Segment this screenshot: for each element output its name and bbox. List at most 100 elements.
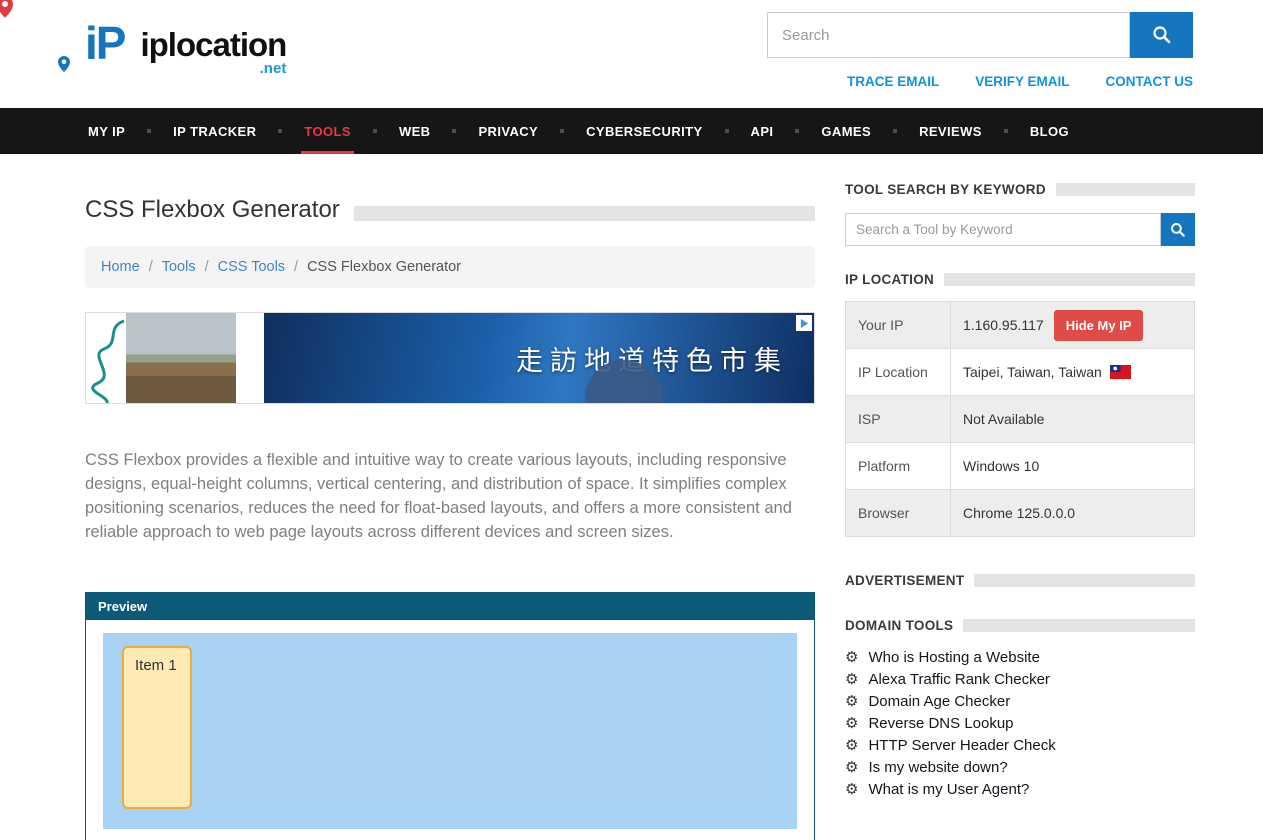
breadcrumb-separator: / [205,259,209,275]
table-row: IP Location Taipei, Taiwan, Taiwan [846,349,1195,396]
breadcrumb-tools[interactable]: Tools [162,259,196,275]
nav-item-cybersecurity[interactable]: CYBERSECURITY [583,108,705,154]
domain-tool-website-down[interactable]: ⚙ Is my website down? [845,759,1195,776]
page-title: CSS Flexbox Generator [85,196,340,224]
tool-search-button[interactable] [1161,213,1195,246]
row-label: Browser [846,490,951,537]
tool-search-input[interactable] [845,213,1161,246]
content: CSS Flexbox Generator Home / Tools / CSS… [0,154,1263,840]
heading-decoration-bar [974,574,1195,587]
nav-item-reviews[interactable]: REVIEWS [916,108,985,154]
nav-item-tools[interactable]: TOOLS [301,108,354,154]
list-item-label: Who is Hosting a Website [868,649,1039,666]
main-nav: MY IP IP TRACKER TOOLS WEB PRIVACY CYBER… [0,108,1263,154]
gear-icon: ⚙ [845,650,858,665]
row-label: Your IP [846,302,951,349]
domain-tool-alexa-rank[interactable]: ⚙ Alexa Traffic Rank Checker [845,671,1195,688]
nav-item-api[interactable]: API [748,108,777,154]
tool-description: CSS Flexbox provides a flexible and intu… [85,448,815,544]
table-row: Platform Windows 10 [846,443,1195,490]
search-icon [1170,222,1186,238]
row-label: Platform [846,443,951,490]
gear-icon: ⚙ [845,694,858,709]
breadcrumb: Home / Tools / CSS Tools / CSS Flexbox G… [85,246,815,288]
link-contact-us[interactable]: CONTACT US [1106,74,1194,89]
preview-item: Item 1 [122,646,192,809]
nav-item-my-ip[interactable]: MY IP [85,108,128,154]
domain-tool-http-header[interactable]: ⚙ HTTP Server Header Check [845,737,1195,754]
tool-search-heading: TOOL SEARCH BY KEYWORD [845,182,1046,197]
domain-tools-heading: DOMAIN TOOLS [845,618,953,633]
ad-photo-field [126,313,236,403]
logo-word: iplocation [140,26,286,63]
header-links: TRACE EMAIL VERIFY EMAIL CONTACT US [847,74,1193,89]
search-button[interactable] [1130,12,1193,58]
nav-separator [795,129,799,133]
advertisement-heading: ADVERTISEMENT [845,573,964,588]
flex-preview-container: Item 1 [103,633,797,829]
link-verify-email[interactable]: VERIFY EMAIL [975,74,1069,89]
domain-tool-who-is-hosting[interactable]: ⚙ Who is Hosting a Website [845,649,1195,666]
gear-icon: ⚙ [845,738,858,753]
nav-separator [147,129,151,133]
domain-tool-user-agent[interactable]: ⚙ What is my User Agent? [845,781,1195,798]
nav-item-ip-tracker[interactable]: IP TRACKER [170,108,259,154]
title-decoration-bar [354,206,815,221]
advertisement-heading-row: ADVERTISEMENT [845,573,1195,588]
main-column: CSS Flexbox Generator Home / Tools / CSS… [85,182,815,840]
breadcrumb-separator: / [149,259,153,275]
nav-item-blog[interactable]: BLOG [1027,108,1072,154]
location-pin-small-icon [58,56,70,72]
preview-header: Preview [86,593,814,620]
nav-item-games[interactable]: GAMES [818,108,874,154]
hide-my-ip-button[interactable]: Hide My IP [1054,310,1144,341]
list-item-label: HTTP Server Header Check [868,737,1055,754]
gear-icon: ⚙ [845,782,858,797]
ad-squiggle-graphic [86,313,126,404]
top-header: iP iplocation .net [0,0,1263,108]
ip-location-value: Taipei, Taiwan, Taiwan [963,364,1102,380]
sidebar: TOOL SEARCH BY KEYWORD IP LOCATION [845,182,1195,840]
tool-search [845,213,1195,246]
gear-icon: ⚙ [845,672,858,687]
search-input[interactable] [767,12,1130,58]
logo-mark: iP [85,12,124,66]
isp-value: Not Available [951,396,1195,443]
search-icon [1152,25,1172,45]
list-item-label: What is my User Agent? [868,781,1029,798]
link-trace-email[interactable]: TRACE EMAIL [847,74,939,89]
site-logo[interactable]: iP iplocation .net [85,12,286,66]
row-label: ISP [846,396,951,443]
ad-dome-graphic [564,323,684,403]
table-row: Your IP 1.160.95.117 Hide My IP [846,302,1195,349]
ad-left-graphic [86,313,126,403]
domain-tools-list: ⚙ Who is Hosting a Website ⚙ Alexa Traff… [845,649,1195,798]
taiwan-flag-icon [1110,365,1131,379]
gear-icon: ⚙ [845,716,858,731]
breadcrumb-home[interactable]: Home [101,259,140,275]
logo-text: iplocation .net [140,28,286,61]
location-pin-icon [0,0,13,18]
nav-separator [725,129,729,133]
nav-separator [560,129,564,133]
breadcrumb-css-tools[interactable]: CSS Tools [218,259,285,275]
list-item-label: Reverse DNS Lookup [868,715,1013,732]
nav-separator [1004,129,1008,133]
list-item-label: Is my website down? [868,759,1007,776]
ad-photo-city: 走訪地道特色市集 [264,313,814,403]
nav-separator [452,129,456,133]
nav-separator [893,129,897,133]
list-item-label: Domain Age Checker [868,693,1010,710]
row-value-cell: 1.160.95.117 Hide My IP [951,302,1195,349]
logo-tld: .net [260,60,287,77]
domain-tool-domain-age[interactable]: ⚙ Domain Age Checker [845,693,1195,710]
preview-panel: Preview Item 1 [85,592,815,840]
row-value-cell: Taipei, Taiwan, Taiwan [951,349,1195,396]
adchoices-icon[interactable] [796,315,812,331]
site-search [767,12,1193,58]
page: iP iplocation .net [0,0,1263,840]
domain-tool-reverse-dns[interactable]: ⚙ Reverse DNS Lookup [845,715,1195,732]
nav-item-web[interactable]: WEB [396,108,434,154]
ad-banner[interactable]: 走訪地道特色市集 [85,312,815,404]
nav-item-privacy[interactable]: PRIVACY [475,108,541,154]
